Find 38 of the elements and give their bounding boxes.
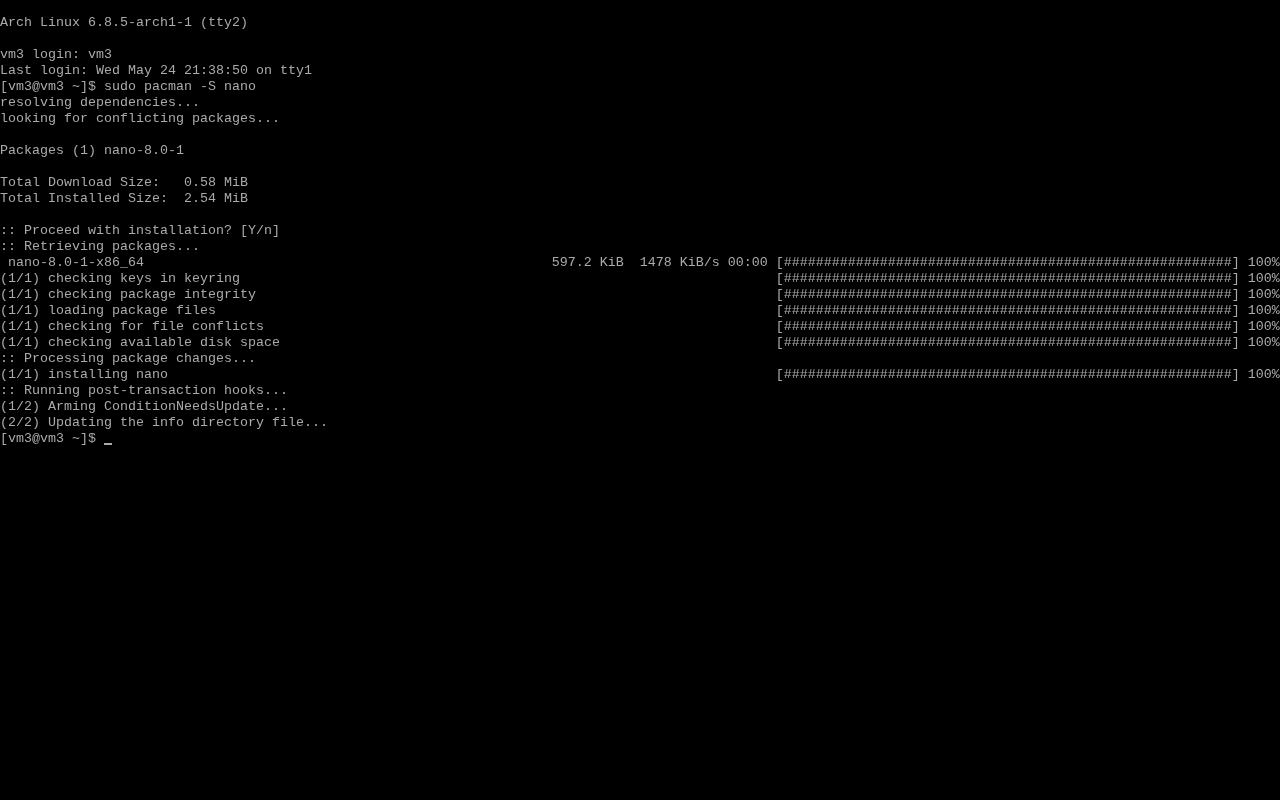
progress-percent: 100% bbox=[1247, 335, 1280, 351]
terminal-line: (1/1) checking package integrity bbox=[0, 287, 256, 302]
terminal-line: :: Retrieving packages... bbox=[0, 239, 200, 255]
terminal-line: (1/1) installing nano bbox=[0, 367, 168, 382]
hash-progress-text: [########################################################] bbox=[775, 367, 1240, 383]
progress-percent: 100% bbox=[1247, 367, 1280, 383]
terminal-line: looking for conflicting packages... bbox=[0, 111, 280, 127]
hash-progress-text: [########################################################] bbox=[775, 255, 1240, 271]
progress-percent: 100% bbox=[1247, 271, 1280, 287]
terminal-line: (1/2) Arming ConditionNeedsUpdate... bbox=[0, 399, 288, 415]
terminal-line: (2/2) Updating the info directory file... bbox=[0, 415, 328, 431]
hash-progress-text: [########################################################] bbox=[775, 335, 1240, 351]
terminal-line: nano-8.0-1-x86_64 bbox=[7, 255, 144, 270]
progress-percent: 100% bbox=[1247, 255, 1280, 271]
terminal-line: (1/1) checking available disk space bbox=[0, 335, 280, 350]
terminal-line: :: Processing package changes... bbox=[0, 351, 256, 367]
progress-percent: 100% bbox=[1247, 287, 1280, 303]
hash-progress-text: [########################################################] bbox=[775, 303, 1240, 319]
terminal-line: (1/1) loading package files bbox=[0, 303, 216, 318]
terminal-line: :: Running post-transaction hooks... bbox=[0, 383, 288, 399]
hash-progress-text: [########################################################] bbox=[775, 287, 1240, 303]
terminal-line: (1/1) checking keys in keyring bbox=[0, 271, 240, 286]
terminal-line: Packages (1) nano-8.0-1 bbox=[0, 143, 184, 159]
transfer-stats: 597.2 KiB 1478 KiB/s 00:00 bbox=[551, 255, 768, 271]
terminal-line: [vm3@vm3 ~]$ bbox=[0, 431, 96, 447]
hash-progress-text: [########################################################] bbox=[775, 271, 1240, 287]
terminal-line: Arch Linux 6.8.5-arch1-1 (tty2) bbox=[0, 15, 248, 31]
progress-percent: 100% bbox=[1247, 303, 1280, 319]
terminal-line: Total Download Size: 0.58 MiB bbox=[0, 175, 248, 191]
terminal-line: Last login: Wed May 24 21:38:50 on tty1 bbox=[0, 63, 312, 79]
hash-progress-text: [########################################################] bbox=[775, 319, 1240, 335]
terminal-line: [vm3@vm3 ~]$ sudo pacman -S nano bbox=[0, 79, 256, 95]
terminal-line: :: Proceed with installation? [Y/n] bbox=[0, 223, 280, 239]
terminal-line: (1/1) checking for file conflicts bbox=[0, 319, 264, 334]
terminal-line: resolving dependencies... bbox=[0, 95, 200, 111]
terminal-line: vm3 login: vm3 bbox=[0, 47, 112, 63]
progress-percent: 100% bbox=[1247, 319, 1280, 335]
terminal-line: Total Installed Size: 2.54 MiB bbox=[0, 191, 248, 207]
